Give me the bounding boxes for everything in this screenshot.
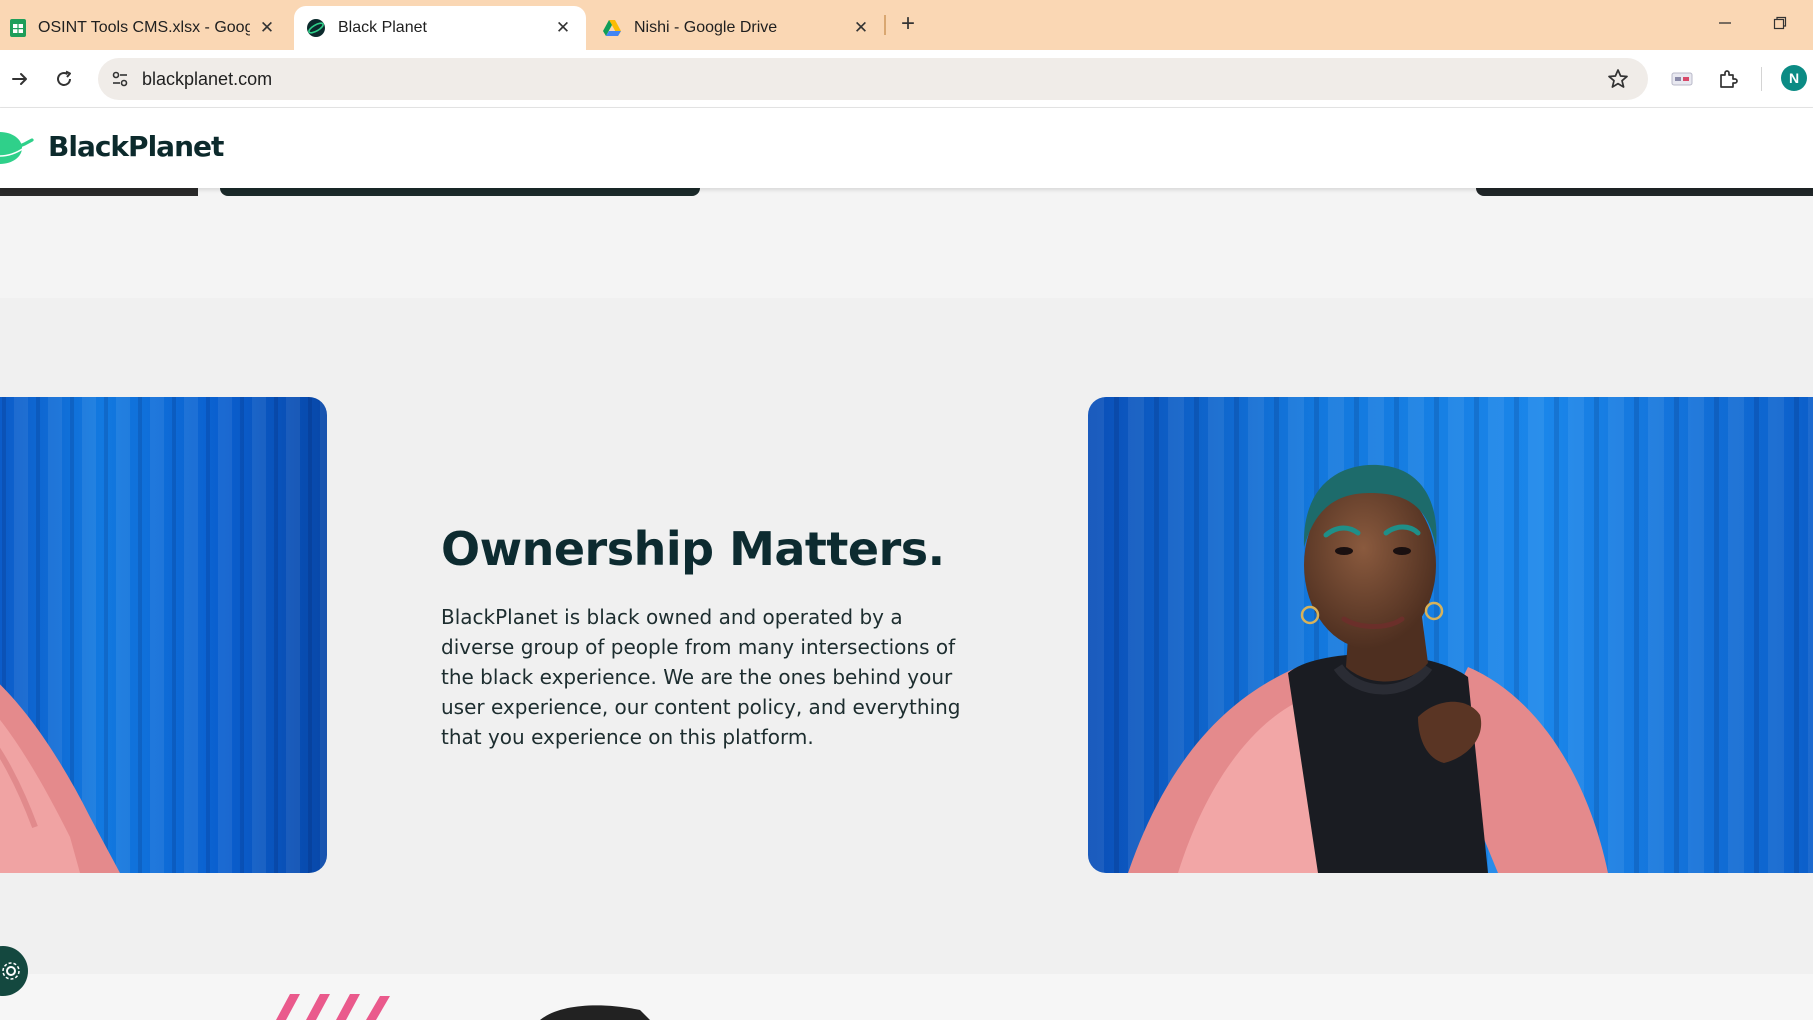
close-tab-icon[interactable]: ✕ (256, 17, 278, 39)
tab-osint-sheet[interactable]: OSINT Tools CMS.xlsx - Google ✕ (0, 6, 288, 50)
right-photo (1088, 397, 1813, 873)
tab-google-drive[interactable]: Nishi - Google Drive ✕ (592, 6, 880, 50)
close-tab-icon[interactable]: ✕ (552, 17, 574, 39)
close-tab-icon[interactable]: ✕ (850, 17, 872, 39)
forward-button[interactable] (4, 63, 36, 95)
left-photo (0, 397, 327, 873)
tab-title: Nishi - Google Drive (634, 19, 778, 36)
tab-title: OSINT Tools CMS.xlsx - Google (38, 19, 250, 36)
site-info-icon[interactable] (110, 69, 130, 89)
extension-badge-icon (1671, 72, 1693, 86)
extensions-menu-button[interactable] (1712, 63, 1744, 95)
section-body: BlackPlanet is black owned and operated … (441, 605, 961, 749)
tab-title: Black Planet (338, 19, 427, 36)
toolbar-separator (1761, 67, 1762, 91)
woman-pink-coat-image (0, 397, 327, 873)
spacer-band (0, 188, 1813, 298)
address-bar[interactable]: blackplanet.com (98, 58, 1648, 100)
ownership-copy: Ownership Matters. BlackPlanet is black … (441, 522, 981, 752)
reload-icon (57, 70, 71, 86)
puzzle-icon (1720, 70, 1738, 88)
next-section-edge (0, 974, 1813, 1020)
blackplanet-icon (307, 19, 325, 37)
extension-button[interactable] (1666, 63, 1698, 95)
tab-strip: OSINT Tools CMS.xlsx - Google ✕ Black Pl… (0, 0, 1813, 50)
browser-toolbar: blackplanet.com N (0, 50, 1813, 108)
drive-icon (603, 20, 621, 36)
woman-portrait-image (1088, 397, 1813, 873)
url-text[interactable]: blackplanet.com (142, 69, 272, 90)
sheets-icon (10, 19, 26, 37)
tab-black-planet[interactable]: Black Planet ✕ (294, 6, 586, 50)
site-logo-text[interactable]: BlackPlanet (48, 130, 224, 163)
settings-icon (2, 962, 20, 980)
forward-arrow-icon (12, 73, 27, 85)
restore-button[interactable] (1765, 8, 1795, 38)
profile-avatar[interactable]: N (1781, 65, 1807, 91)
section-heading: Ownership Matters. (441, 522, 945, 576)
decorative-shapes (276, 994, 650, 1020)
bookmark-star-icon[interactable] (1606, 67, 1630, 91)
blackplanet-logo-icon[interactable] (0, 130, 34, 166)
new-tab-button[interactable]: + (894, 10, 922, 38)
site-header: BlackPlanet (0, 108, 1813, 188)
previous-section-edge (0, 188, 1813, 196)
minimize-button[interactable] (1710, 8, 1740, 38)
reload-button[interactable] (48, 63, 80, 95)
tab-separator (884, 15, 886, 35)
